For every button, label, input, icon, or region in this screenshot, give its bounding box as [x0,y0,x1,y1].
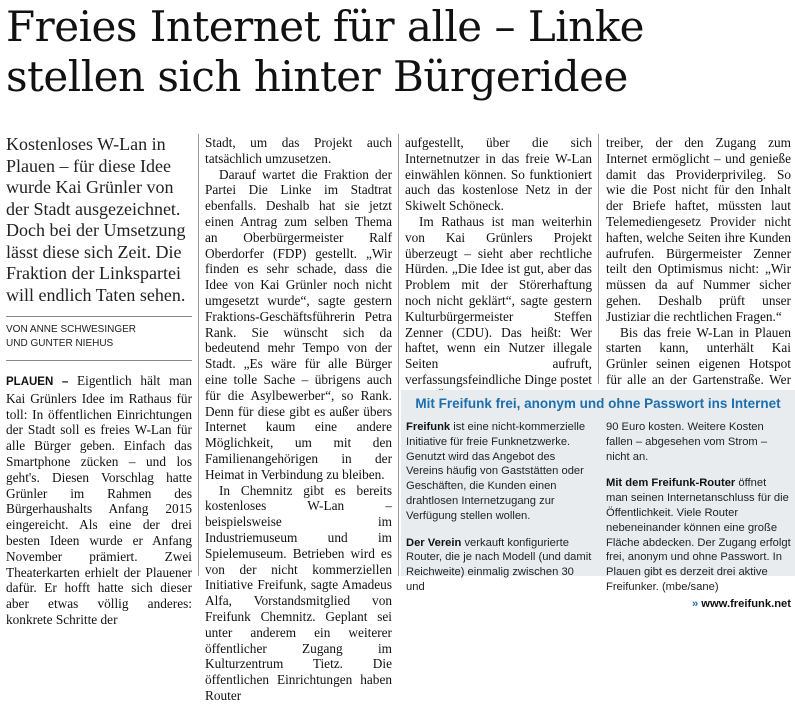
column-2-paragraph: In Chemnitz gibt es bereits kostenloses … [205,482,392,703]
freifunk-link[interactable]: » www.freifunk.net [692,598,791,610]
column-3-paragraph: aufgestellt, über die sich Internetnutze… [405,135,592,214]
author-byline: VON ANNE SCHWESINGER UND GUNTER NIEHUS [6,323,192,351]
info-box-column-2: 90 Euro kosten. Weitere Kosten fallen – … [606,420,791,612]
newspaper-page: Freies Internet für alle – Linke stellen… [0,0,795,703]
info-lead-verein: Der Verein [406,536,462,549]
headline-line-2: stellen sich hinter Bürgeridee [6,52,628,101]
author-line-1: VON ANNE SCHWESINGER [6,324,137,335]
column-1-paragraph: PLAUEN – Eigentlich hält man Kai Grünler… [6,373,192,628]
info-box-paragraph: Freifunk ist eine nicht-kommerzielle Ini… [406,421,586,522]
article-column-4: treiber, der den Zugang zum Internet erm… [606,135,791,419]
article-headline: Freies Internet für alle – Linke stellen… [6,2,791,102]
article-column-1: PLAUEN – Eigentlich hält man Kai Grünler… [6,373,192,628]
byline-rule [6,360,192,361]
headline-line-1: Freies Internet für alle – Linke [6,2,645,51]
column-2-paragraph: Stadt, um das Projekt auch tatsächlich u… [205,135,392,166]
column-divider [398,134,399,576]
column-divider [198,134,199,576]
info-box-paragraph: Der Verein verkauft konfigurierte Router… [406,536,592,593]
teaser-rule [6,316,192,317]
info-lead-freifunk: Freifunk [406,421,451,433]
info-lead-router: Mit dem Freifunk-Router [606,477,736,490]
info-box-paragraph: 90 Euro kosten. Weitere Kosten fallen – … [606,421,768,463]
column-divider [598,134,599,384]
author-line-2: UND GUNTER NIEHUS [6,338,114,349]
article-teaser: Kostenloses W-Lan in Plauen – für diese … [6,134,186,305]
info-box-title: Mit Freifunk frei, anonym und ohne Passw… [415,396,781,411]
freifunk-link-row: » www.freifunk.net [606,597,791,612]
column-1-text: Eigentlich hält man Kai Grünlers Idee im… [6,373,193,627]
dateline: PLAUEN – [6,376,69,388]
info-box-column-1: Freifunk ist eine nicht-kommerzielle Ini… [406,420,592,607]
info-box-paragraph: Mit dem Freifunk-Router öffnet man seine… [606,477,791,593]
column-4-paragraph: treiber, der den Zugang zum Internet erm… [606,135,791,324]
article-column-2: Stadt, um das Projekt auch tatsächlich u… [205,135,392,704]
column-2-paragraph: Darauf wartet die Fraktion der Partei Di… [205,166,392,482]
